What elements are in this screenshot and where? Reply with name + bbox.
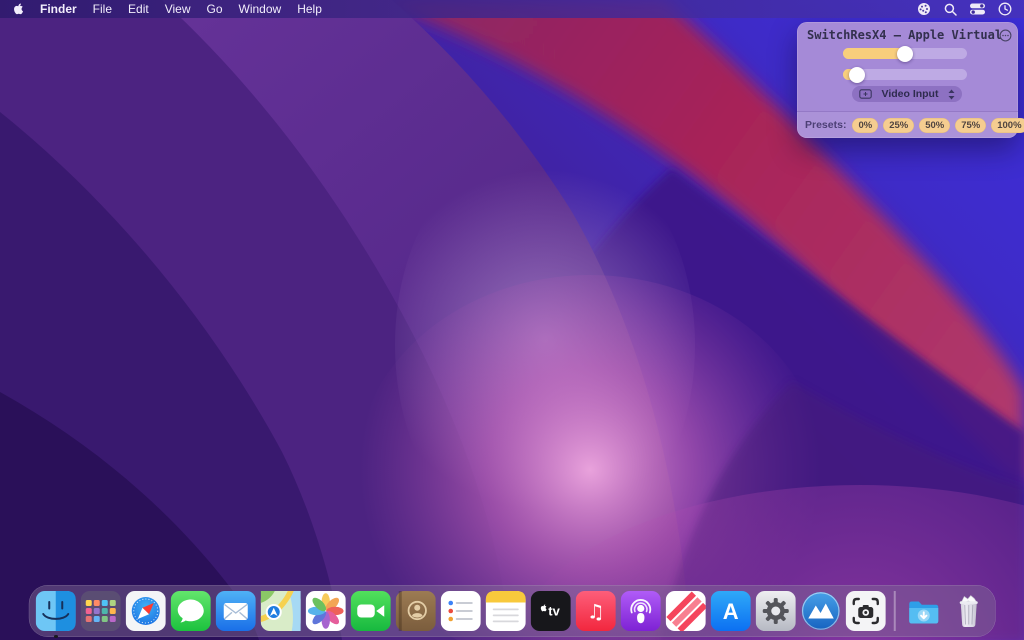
safari-icon bbox=[126, 591, 166, 631]
dock-item-news[interactable] bbox=[666, 591, 706, 631]
apple-menu-icon[interactable] bbox=[12, 0, 24, 18]
launchpad-icon bbox=[81, 591, 121, 631]
downloads-folder-icon bbox=[903, 591, 943, 631]
display-input-icon bbox=[859, 89, 872, 99]
dock-item-launchpad[interactable] bbox=[81, 591, 121, 631]
up-down-chevron-icon bbox=[948, 89, 955, 100]
switchresx-app-icon bbox=[801, 591, 841, 631]
presets-label: Presets: bbox=[805, 119, 846, 131]
podcasts-icon bbox=[621, 591, 661, 631]
messages-icon bbox=[171, 591, 211, 631]
dock-item-messages[interactable] bbox=[171, 591, 211, 631]
maps-icon bbox=[261, 591, 301, 631]
preset-25-button[interactable]: 25% bbox=[883, 118, 914, 133]
top-slider-fill bbox=[843, 48, 905, 59]
dock-item-mail[interactable] bbox=[216, 591, 256, 631]
menu-file[interactable]: File bbox=[93, 0, 112, 18]
dock-item-system-preferences[interactable] bbox=[756, 591, 796, 631]
switchresx-panel: SwitchResX4 — Apple Virtual Video Input … bbox=[797, 22, 1018, 138]
top-slider[interactable] bbox=[843, 48, 967, 59]
menu-edit[interactable]: Edit bbox=[128, 0, 149, 18]
dock-item-podcasts[interactable] bbox=[621, 591, 661, 631]
svg-text:tv: tv bbox=[548, 604, 560, 619]
presets-section: Presets: 0% 25% 50% 75% 100% bbox=[797, 111, 1018, 138]
preset-100-button[interactable]: 100% bbox=[991, 118, 1024, 133]
dock-item-notes[interactable] bbox=[486, 591, 526, 631]
menu-app-finder[interactable]: Finder bbox=[40, 0, 77, 18]
dock-item-switchresx[interactable] bbox=[801, 591, 841, 631]
reminders-icon bbox=[441, 591, 481, 631]
spotlight-icon[interactable] bbox=[944, 0, 957, 18]
clock-icon[interactable] bbox=[998, 0, 1012, 18]
dock-item-tv[interactable]: tv bbox=[531, 591, 571, 631]
finder-icon bbox=[36, 591, 76, 631]
dock-item-photos[interactable] bbox=[306, 591, 346, 631]
menu-go[interactable]: Go bbox=[207, 0, 223, 18]
app-store-icon: A bbox=[711, 591, 751, 631]
dock-item-app-store[interactable]: A bbox=[711, 591, 751, 631]
dock: tv ♫ bbox=[29, 585, 996, 637]
facetime-icon bbox=[351, 591, 391, 631]
apple-tv-icon: tv bbox=[531, 591, 571, 631]
contacts-icon bbox=[396, 591, 436, 631]
dock-item-trash[interactable] bbox=[948, 591, 988, 631]
news-icon bbox=[666, 591, 706, 631]
menu-help[interactable]: Help bbox=[297, 0, 322, 18]
dock-item-finder[interactable] bbox=[36, 591, 76, 631]
dock-item-safari[interactable] bbox=[126, 591, 166, 631]
dock-item-contacts[interactable] bbox=[396, 591, 436, 631]
dropdown-label: Video Input bbox=[877, 88, 943, 100]
notes-icon bbox=[486, 591, 526, 631]
preset-75-button[interactable]: 75% bbox=[955, 118, 986, 133]
dock-item-maps[interactable] bbox=[261, 591, 301, 631]
dock-item-music[interactable]: ♫ bbox=[576, 591, 616, 631]
system-preferences-icon bbox=[756, 591, 796, 631]
dotted-sphere-icon[interactable] bbox=[917, 0, 931, 18]
panel-options-icon[interactable] bbox=[999, 29, 1012, 42]
bottom-slider-knob[interactable] bbox=[849, 67, 865, 83]
finder-running-indicator bbox=[54, 635, 58, 639]
screenshot-icon bbox=[846, 591, 886, 631]
svg-text:A: A bbox=[723, 599, 739, 624]
menu-view[interactable]: View bbox=[165, 0, 191, 18]
dock-separator bbox=[894, 591, 896, 631]
bottom-slider[interactable] bbox=[843, 69, 967, 80]
menu-window[interactable]: Window bbox=[239, 0, 282, 18]
menu-bar: Finder File Edit View Go Window Help bbox=[0, 0, 1024, 18]
svg-text:♫: ♫ bbox=[587, 600, 605, 624]
dock-item-screenshot[interactable] bbox=[846, 591, 886, 631]
control-center-icon[interactable] bbox=[970, 0, 985, 18]
panel-title: SwitchResX4 — Apple Virtual bbox=[807, 28, 994, 42]
photos-icon bbox=[306, 591, 346, 631]
dock-item-reminders[interactable] bbox=[441, 591, 481, 631]
preset-0-button[interactable]: 0% bbox=[852, 118, 878, 133]
dock-item-downloads[interactable] bbox=[903, 591, 943, 631]
trash-full-icon bbox=[948, 591, 988, 631]
preset-50-button[interactable]: 50% bbox=[919, 118, 950, 133]
video-input-dropdown[interactable]: Video Input bbox=[852, 86, 962, 102]
top-slider-knob[interactable] bbox=[897, 46, 913, 62]
dock-item-facetime[interactable] bbox=[351, 591, 391, 631]
music-icon: ♫ bbox=[576, 591, 616, 631]
mail-icon bbox=[216, 591, 256, 631]
